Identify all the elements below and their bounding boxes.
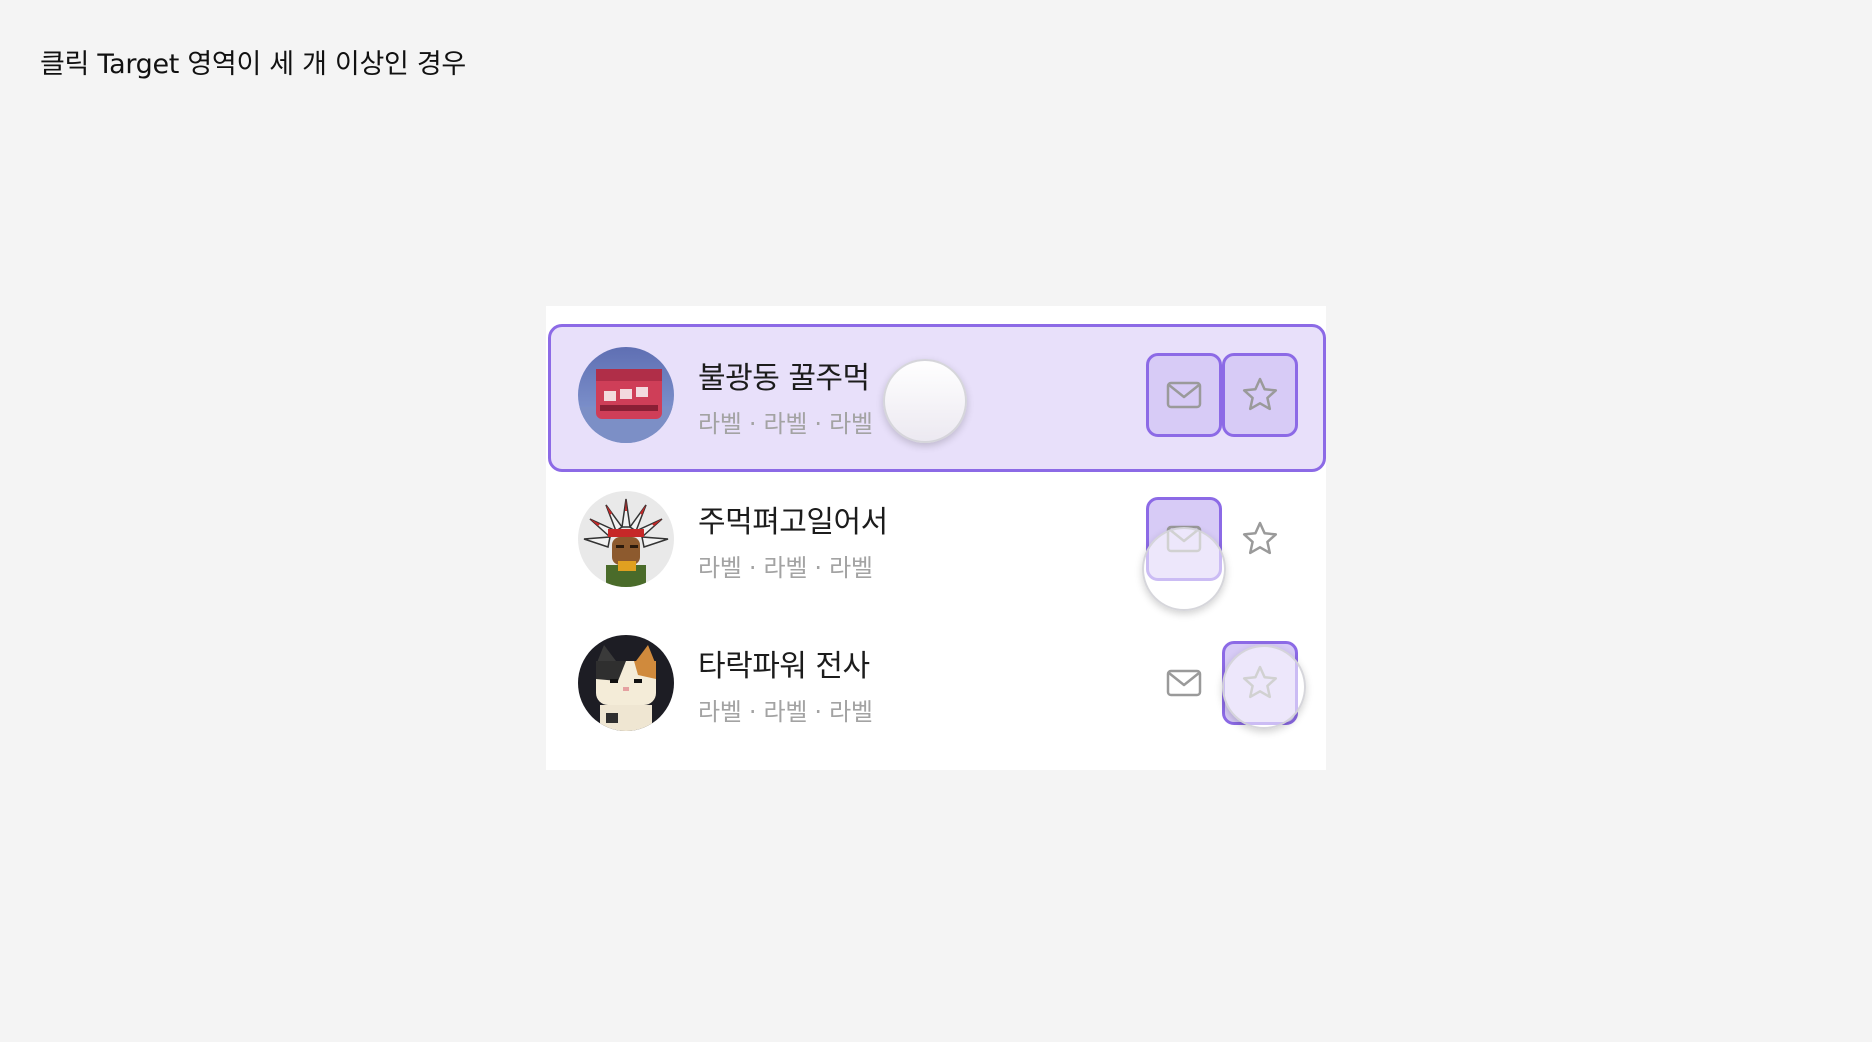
- avatar: [578, 491, 674, 587]
- touch-indicator: [1222, 645, 1306, 729]
- list-item[interactable]: 주먹펴고일어서 라벨 · 라벨 · 라벨: [546, 467, 1326, 611]
- mail-button[interactable]: [1146, 641, 1222, 725]
- star-icon: [1242, 521, 1278, 555]
- touch-indicator: [1142, 527, 1226, 611]
- mail-icon: [1166, 381, 1202, 409]
- item-name: 타락파워 전사: [698, 649, 870, 684]
- list-item[interactable]: 불광동 꿀주먹 라벨 · 라벨 · 라벨: [546, 323, 1326, 467]
- star-button[interactable]: [1222, 353, 1298, 437]
- item-labels: 라벨 · 라벨 · 라벨: [698, 554, 873, 582]
- user-list: 불광동 꿀주먹 라벨 · 라벨 · 라벨 주먹펴고일어서 라벨 · 라벨 · 라…: [546, 306, 1326, 770]
- avatar: [578, 635, 674, 731]
- list-item[interactable]: 타락파워 전사 라벨 · 라벨 · 라벨: [546, 611, 1326, 755]
- page-title: 클릭 Target 영역이 세 개 이상인 경우: [40, 49, 466, 80]
- item-name: 불광동 꿀주먹: [698, 361, 870, 396]
- mail-icon: [1166, 669, 1202, 697]
- mail-button[interactable]: [1146, 353, 1222, 437]
- item-name: 주먹펴고일어서: [698, 505, 888, 540]
- star-button[interactable]: [1222, 497, 1298, 581]
- item-labels: 라벨 · 라벨 · 라벨: [698, 698, 873, 726]
- item-labels: 라벨 · 라벨 · 라벨: [698, 410, 873, 438]
- touch-indicator: [883, 359, 967, 443]
- avatar: [578, 347, 674, 443]
- star-icon: [1242, 377, 1278, 411]
